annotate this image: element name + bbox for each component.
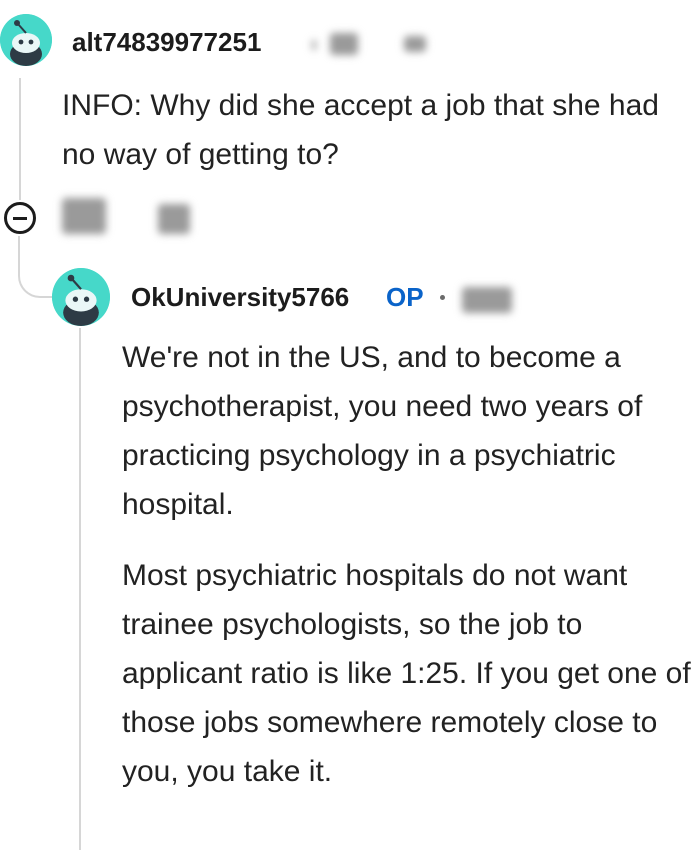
reply-paragraph: We're not in the US, and to become a psy… xyxy=(122,341,643,521)
collapse-thread-icon[interactable] xyxy=(4,202,36,234)
comment-username[interactable]: alt74839977251 xyxy=(72,27,261,58)
reply-username[interactable]: OkUniversity5766 xyxy=(131,282,349,313)
comment-avatar[interactable] xyxy=(0,14,52,66)
redacted-action xyxy=(62,198,106,234)
reply-thread-line xyxy=(79,328,81,850)
reply-avatar[interactable] xyxy=(52,268,110,326)
redacted-action xyxy=(158,204,190,234)
reply-paragraph: Most psychiatric hospitals do not want t… xyxy=(122,559,691,788)
snoo-avatar-icon xyxy=(52,268,110,326)
redacted-meta xyxy=(404,36,426,52)
redacted-meta xyxy=(462,287,512,313)
thread-line xyxy=(19,78,21,200)
snoo-avatar-icon xyxy=(0,14,52,66)
separator-dot xyxy=(440,295,445,300)
comment-body: INFO: Why did she accept a job that she … xyxy=(62,89,659,171)
redacted-meta xyxy=(312,40,316,50)
op-badge: OP xyxy=(386,282,424,312)
redacted-meta xyxy=(330,33,358,55)
